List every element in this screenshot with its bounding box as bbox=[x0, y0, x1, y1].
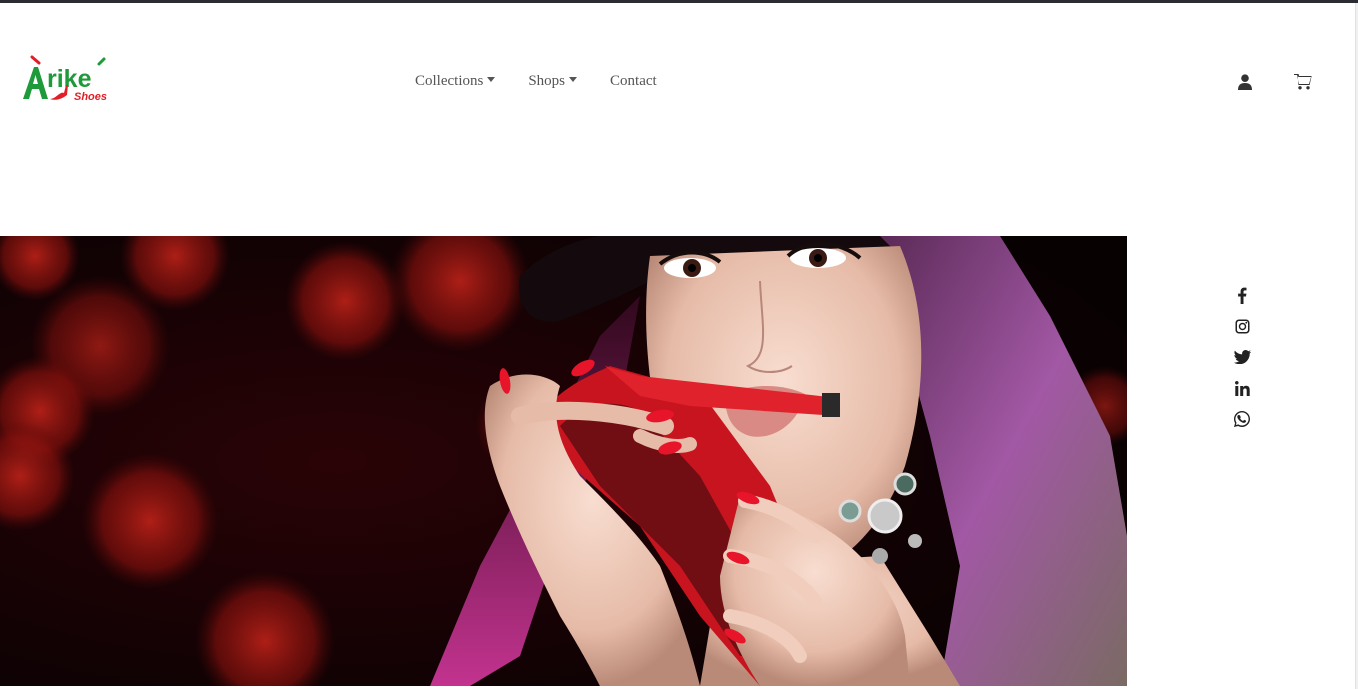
user-icon[interactable] bbox=[1235, 72, 1255, 92]
brand-logo[interactable]: rike Shoes bbox=[22, 55, 117, 105]
hero-image bbox=[0, 236, 1127, 686]
facebook-icon[interactable] bbox=[1232, 285, 1252, 305]
whatsapp-icon[interactable] bbox=[1232, 409, 1252, 429]
logo-shoes-text: Shoes bbox=[74, 91, 107, 103]
chevron-down-icon bbox=[569, 77, 578, 82]
nav-contact[interactable]: Contact bbox=[610, 73, 657, 90]
linkedin-icon[interactable] bbox=[1232, 378, 1252, 398]
nav-collections-label: Collections bbox=[415, 73, 484, 89]
svg-text:rike: rike bbox=[47, 65, 92, 93]
instagram-icon[interactable] bbox=[1232, 316, 1252, 336]
nav-collections[interactable]: Collections bbox=[415, 73, 496, 90]
nav-shops-label: Shops bbox=[528, 73, 566, 89]
navbar: rike Shoes Collections Shops Contact bbox=[0, 3, 1354, 163]
social-links bbox=[1232, 285, 1252, 440]
nav-shops[interactable]: Shops bbox=[528, 73, 578, 90]
main-nav: Collections Shops Contact bbox=[415, 73, 690, 90]
twitter-icon[interactable] bbox=[1232, 347, 1252, 367]
chevron-down-icon bbox=[487, 77, 496, 82]
cart-icon[interactable] bbox=[1293, 72, 1313, 92]
nav-contact-label: Contact bbox=[610, 73, 657, 89]
